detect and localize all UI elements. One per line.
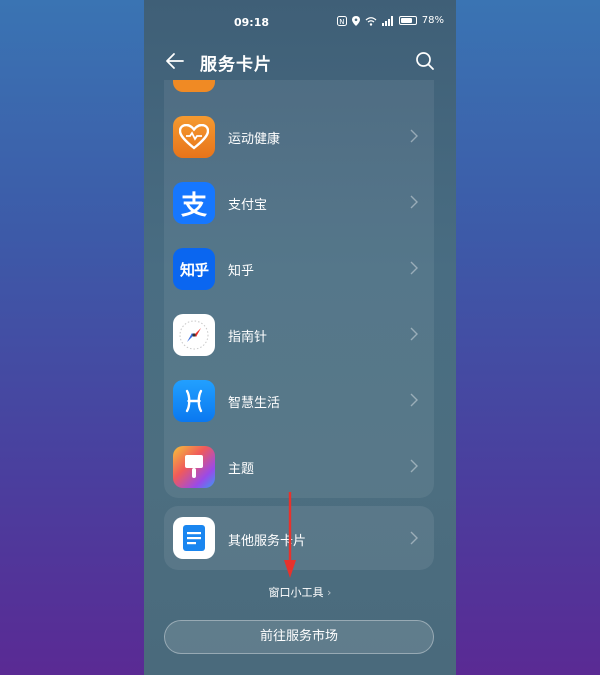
list-item-health[interactable]: 运动健康 xyxy=(164,104,434,170)
battery-icon xyxy=(398,16,417,25)
battery-level xyxy=(400,18,412,23)
page-title: 服务卡片 xyxy=(200,55,272,75)
chevron-right-icon xyxy=(410,327,418,341)
chevron-right-icon xyxy=(410,129,418,143)
list-item-compass[interactable]: 指南针 xyxy=(164,302,434,368)
location-icon xyxy=(351,15,360,26)
nfc-icon: N xyxy=(336,15,347,26)
signal-icon xyxy=(381,15,393,26)
annotation-arrow-icon xyxy=(284,492,296,578)
chevron-right-icon xyxy=(410,261,418,275)
list-item-label: 运动健康 xyxy=(228,132,281,147)
wifi-icon xyxy=(365,16,377,26)
partial-app-icon xyxy=(173,80,215,92)
list-item-label: 智慧生活 xyxy=(228,396,281,411)
compass-icon xyxy=(173,314,215,356)
list-item-other-cards[interactable]: 其他服务卡片 xyxy=(164,506,434,570)
search-icon[interactable] xyxy=(414,50,436,72)
service-card-list: 运动健康 支 支付宝 知乎 知乎 指南针 智慧生活 主题 xyxy=(164,80,434,498)
widget-link[interactable]: 窗口小工具 › xyxy=(144,584,456,600)
chevron-right-icon xyxy=(410,393,418,407)
svg-text:N: N xyxy=(339,17,344,25)
list-item-alipay[interactable]: 支 支付宝 xyxy=(164,170,434,236)
list-item-label: 主题 xyxy=(228,462,255,477)
zhihu-icon: 知乎 xyxy=(173,248,215,290)
status-time: 09:18 xyxy=(234,16,270,29)
alipay-glyph: 支 xyxy=(180,190,207,221)
document-icon xyxy=(173,517,215,559)
status-bar: 09:18 N 78% xyxy=(144,0,456,44)
widget-link-label: 窗口小工具 xyxy=(268,586,324,599)
list-item-theme[interactable]: 主题 xyxy=(164,434,434,498)
header: 服务卡片 xyxy=(144,44,456,80)
list-item-label: 支付宝 xyxy=(228,198,268,213)
smart-life-icon xyxy=(173,380,215,422)
list-item-label: 指南针 xyxy=(228,330,268,345)
back-arrow-icon[interactable] xyxy=(164,50,186,72)
chevron-right-icon xyxy=(410,459,418,473)
battery-percent: 78% xyxy=(421,15,444,26)
theme-brush-icon xyxy=(173,446,215,488)
status-icons: N 78% xyxy=(336,15,444,26)
health-heart-icon xyxy=(173,116,215,158)
go-to-service-market-button[interactable]: 前往服务市场 xyxy=(164,620,434,654)
alipay-icon: 支 xyxy=(173,182,215,224)
list-item-label: 知乎 xyxy=(228,264,255,279)
chevron-right-icon xyxy=(410,531,418,545)
list-item-zhihu[interactable]: 知乎 知乎 xyxy=(164,236,434,302)
phone-screen: 09:18 N 78% 服务卡片 运动健康 支 支付宝 知乎 知乎 指南针 智慧… xyxy=(144,0,456,675)
chevron-right-icon xyxy=(410,195,418,209)
chevron-right-icon: › xyxy=(327,586,332,599)
list-item-smart-life[interactable]: 智慧生活 xyxy=(164,368,434,434)
zhihu-glyph: 知乎 xyxy=(179,260,209,279)
